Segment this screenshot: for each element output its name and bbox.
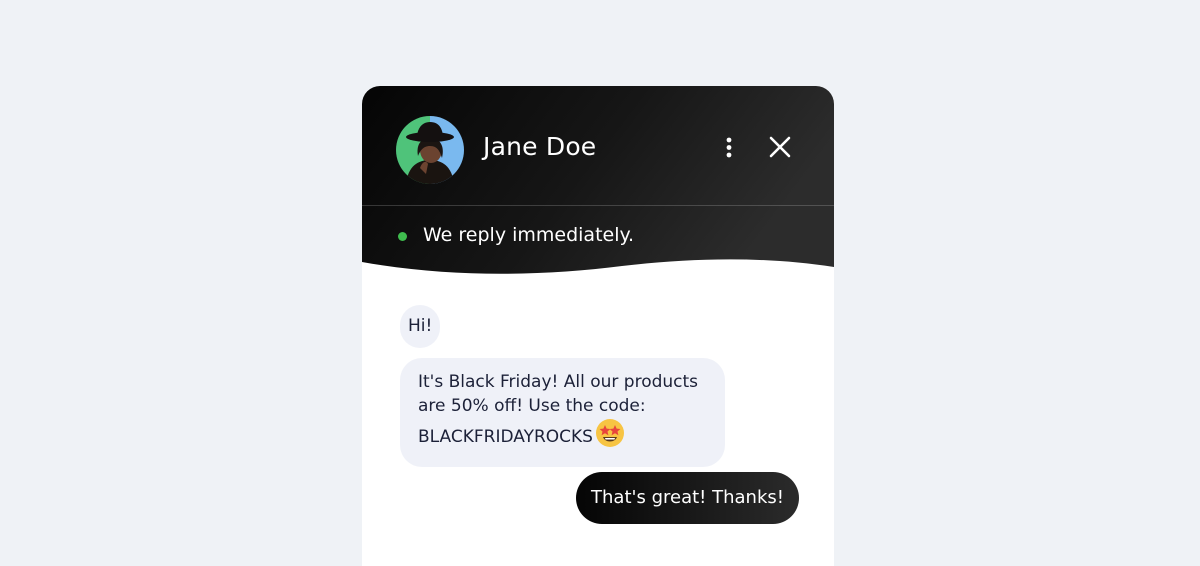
agent-avatar — [396, 116, 464, 184]
star-struck-emoji-icon — [595, 418, 625, 455]
message-text: Hi! — [408, 316, 433, 336]
status-text: We reply immediately. — [423, 224, 635, 246]
more-vertical-icon — [726, 137, 732, 158]
more-options-button[interactable] — [716, 134, 742, 162]
agent-message: Hi! — [400, 305, 441, 348]
close-icon — [769, 136, 791, 158]
online-status-indicator — [398, 232, 407, 241]
header-divider — [362, 205, 834, 206]
user-message: That's great! Thanks! — [576, 472, 799, 524]
close-button[interactable] — [766, 134, 794, 162]
chat-header: Jane Doe We reply immediately. — [362, 86, 834, 286]
agent-name: Jane Doe — [483, 132, 597, 161]
chat-widget: Jane Doe We reply immediately. Hi! It's … — [362, 86, 834, 566]
message-text: It's Black Friday! All our products are … — [418, 372, 699, 447]
message-text: That's great! Thanks! — [591, 487, 784, 508]
agent-message: It's Black Friday! All our products are … — [400, 358, 725, 467]
